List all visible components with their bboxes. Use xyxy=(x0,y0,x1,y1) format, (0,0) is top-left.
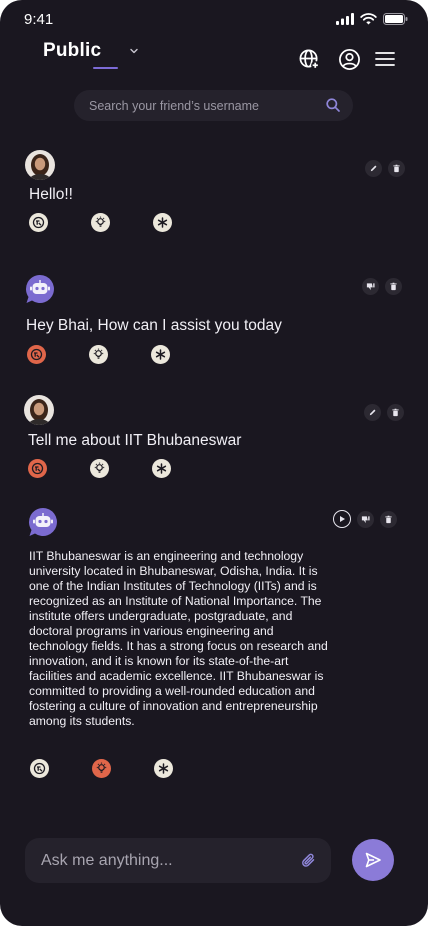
page-title: Public xyxy=(43,40,102,61)
message-text: IIT Bhubaneswar is an engineering and te… xyxy=(29,549,328,728)
play-icon xyxy=(340,516,345,522)
react-sparkle[interactable] xyxy=(154,759,173,778)
search-bar xyxy=(74,90,353,121)
menu-button[interactable] xyxy=(373,47,397,71)
message-text: Hey Bhai, How can I assist you today xyxy=(26,317,282,334)
asterisk-icon xyxy=(156,463,167,474)
message-input[interactable] xyxy=(41,838,291,883)
thumbs-down-icon xyxy=(366,283,375,291)
reaction-row xyxy=(28,459,171,478)
edit-button[interactable] xyxy=(364,404,381,421)
lightbulb-icon xyxy=(96,762,107,773)
title-wrap[interactable]: Public xyxy=(43,40,101,62)
paperclip-icon[interactable] xyxy=(300,852,317,869)
react-idea[interactable] xyxy=(90,459,109,478)
wifi-icon xyxy=(360,13,377,25)
robot-icon xyxy=(28,508,57,536)
woman-portrait-icon xyxy=(25,150,55,180)
user-avatar xyxy=(24,395,54,425)
send-button[interactable] xyxy=(352,839,394,881)
robot-icon xyxy=(25,275,54,303)
woman-portrait-icon xyxy=(24,395,54,425)
translate-icon xyxy=(30,348,43,361)
hamburger-menu-icon xyxy=(375,52,395,66)
react-idea[interactable] xyxy=(91,213,110,232)
trash-icon xyxy=(392,408,399,417)
bot-avatar xyxy=(24,273,56,305)
message-actions xyxy=(364,404,404,421)
react-translate[interactable] xyxy=(28,459,47,478)
title-underline xyxy=(93,67,118,69)
reaction-row xyxy=(30,759,173,778)
pencil-icon xyxy=(370,165,377,172)
lightbulb-icon xyxy=(95,216,106,227)
message-text: Tell me about IIT Bhubaneswar xyxy=(28,432,242,449)
delete-button[interactable] xyxy=(388,160,405,177)
globe-plus-icon xyxy=(299,49,319,69)
message-actions xyxy=(365,160,405,177)
reaction-row xyxy=(29,213,172,232)
trash-icon xyxy=(390,282,397,291)
translate-icon xyxy=(33,762,46,775)
react-idea[interactable] xyxy=(92,759,111,778)
pencil-icon xyxy=(369,409,376,416)
edit-button[interactable] xyxy=(365,160,382,177)
react-sparkle[interactable] xyxy=(151,345,170,364)
add-language-button[interactable] xyxy=(297,47,321,71)
search-icon[interactable] xyxy=(325,97,341,113)
message-actions xyxy=(333,510,397,528)
play-audio-button[interactable] xyxy=(333,510,351,528)
user-circle-icon xyxy=(338,48,360,70)
react-translate[interactable] xyxy=(29,213,48,232)
status-bar: 9:41 xyxy=(0,0,428,40)
react-sparkle[interactable] xyxy=(153,213,172,232)
react-idea[interactable] xyxy=(89,345,108,364)
message-composer xyxy=(25,838,331,883)
translate-icon xyxy=(31,462,44,475)
asterisk-icon xyxy=(155,349,166,360)
chevron-down-icon[interactable] xyxy=(129,46,139,56)
signal-icon xyxy=(336,13,354,25)
translate-icon xyxy=(32,216,45,229)
thumbs-down-icon xyxy=(361,515,370,523)
reaction-row xyxy=(27,345,170,364)
status-icons xyxy=(336,13,408,25)
battery-icon xyxy=(383,13,408,25)
message-text: Hello!! xyxy=(29,186,73,203)
react-translate[interactable] xyxy=(30,759,49,778)
lightbulb-icon xyxy=(93,348,104,359)
lightbulb-icon xyxy=(94,462,105,473)
user-avatar xyxy=(25,150,55,180)
search-input[interactable] xyxy=(89,90,319,121)
phone-screen: 9:41 Public Search your friend’s usernam… xyxy=(0,0,428,926)
bot-avatar xyxy=(27,506,59,538)
status-time: 9:41 xyxy=(24,11,54,28)
delete-button[interactable] xyxy=(380,510,397,528)
trash-icon xyxy=(393,164,400,173)
message-actions xyxy=(362,278,402,295)
asterisk-icon xyxy=(158,763,169,774)
delete-button[interactable] xyxy=(387,404,404,421)
react-sparkle[interactable] xyxy=(152,459,171,478)
dislike-button[interactable] xyxy=(357,510,374,528)
dislike-button[interactable] xyxy=(362,278,379,295)
trash-icon xyxy=(385,515,392,523)
send-icon xyxy=(365,852,381,868)
delete-button[interactable] xyxy=(385,278,402,295)
profile-button[interactable] xyxy=(337,47,361,71)
asterisk-icon xyxy=(157,217,168,228)
react-translate[interactable] xyxy=(27,345,46,364)
